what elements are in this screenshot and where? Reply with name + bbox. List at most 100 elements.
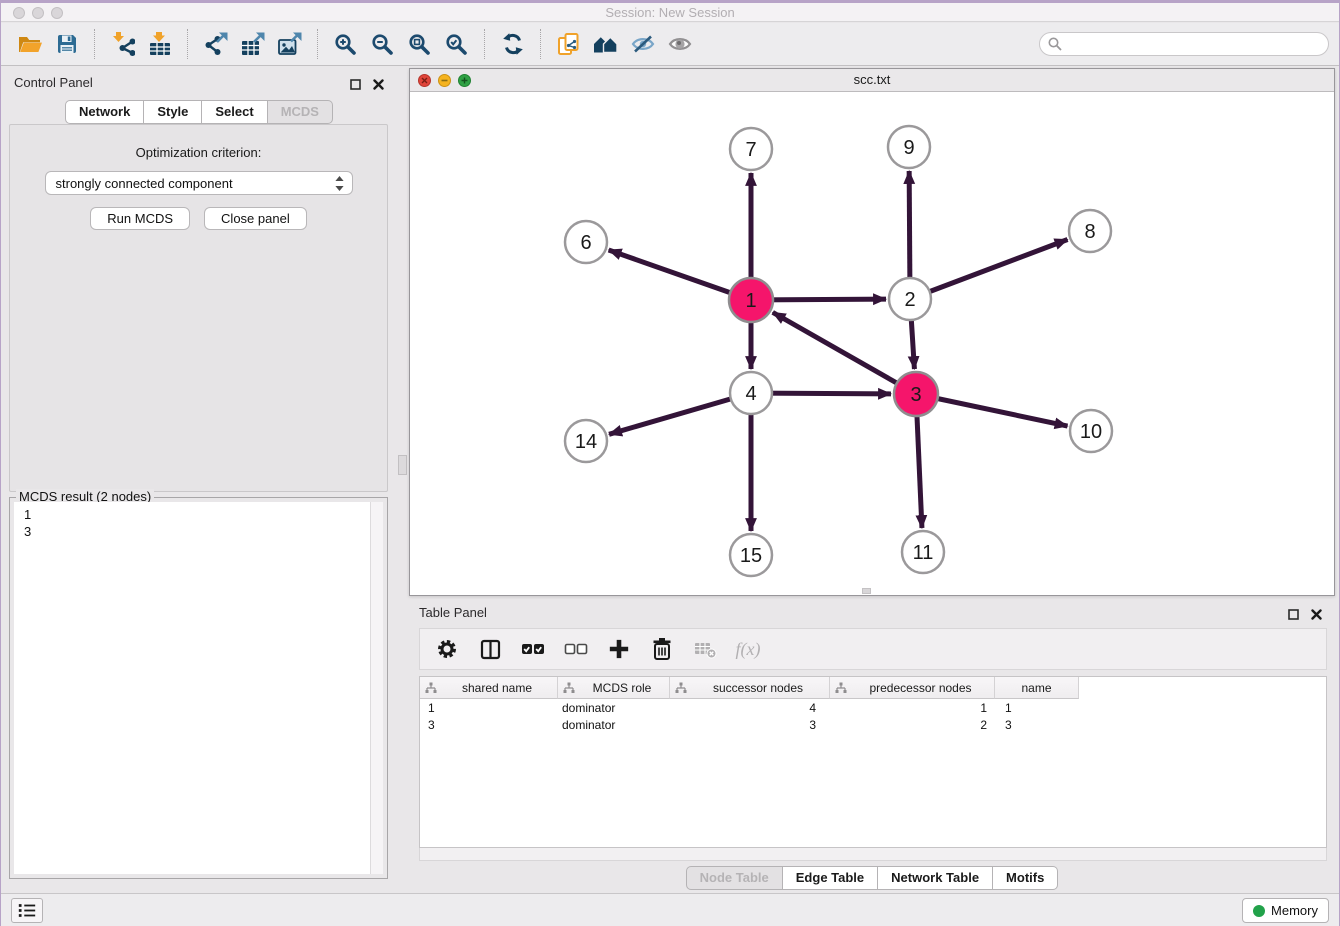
- column-type-icon: [675, 682, 687, 694]
- tab-node-table[interactable]: Node Table: [686, 866, 783, 890]
- app-close-button[interactable]: [13, 7, 25, 19]
- export-image-icon[interactable]: [271, 26, 308, 62]
- search-box[interactable]: [1039, 32, 1329, 56]
- mcds-result-box: MCDS result (2 nodes) 1 3: [9, 497, 388, 879]
- network-minimize-button[interactable]: [438, 74, 451, 87]
- node-table: shared name MCDS role successor nodes pr…: [419, 676, 1327, 848]
- close-table-panel-icon[interactable]: [1311, 607, 1322, 625]
- column-header-name[interactable]: name: [995, 677, 1079, 699]
- graph-node-11[interactable]: [902, 531, 944, 573]
- graph-node-8[interactable]: [1069, 210, 1111, 252]
- run-mcds-button[interactable]: Run MCDS: [90, 207, 190, 230]
- graph-node-6[interactable]: [565, 221, 607, 263]
- control-panel-title: Control Panel: [14, 75, 93, 90]
- hide-selected-icon[interactable]: [624, 26, 661, 62]
- tab-motifs[interactable]: Motifs: [993, 866, 1058, 890]
- apply-layout-icon[interactable]: [494, 26, 531, 62]
- cell-mcds-role[interactable]: dominator: [558, 718, 670, 732]
- tab-network[interactable]: Network: [65, 100, 144, 124]
- import-network-icon[interactable]: [104, 26, 141, 62]
- criterion-dropdown[interactable]: strongly connected component: [45, 171, 353, 195]
- column-type-icon: [425, 682, 437, 694]
- cell-predecessor-nodes[interactable]: 1: [830, 701, 995, 715]
- network-window-titlebar[interactable]: scc.txt: [410, 69, 1334, 92]
- column-header-shared-name[interactable]: shared name: [420, 677, 558, 699]
- cell-shared-name[interactable]: 3: [420, 718, 558, 732]
- table-settings-gear-icon[interactable]: [434, 636, 460, 662]
- network-canvas[interactable]: 7968124314101511: [410, 92, 1334, 595]
- tab-style[interactable]: Style: [144, 100, 202, 124]
- table-row[interactable]: 3 dominator 3 2 3: [420, 716, 1326, 733]
- cell-mcds-role[interactable]: dominator: [558, 701, 670, 715]
- function-builder-icon[interactable]: f(x): [735, 636, 761, 662]
- tab-mcds[interactable]: MCDS: [268, 100, 333, 124]
- memory-button[interactable]: Memory: [1242, 898, 1329, 923]
- toolbar-separator: [317, 29, 318, 59]
- graph-node-10[interactable]: [1070, 410, 1112, 452]
- show-hidden-icon[interactable]: [661, 26, 698, 62]
- show-column-panel-icon[interactable]: [477, 636, 503, 662]
- new-network-from-selection-icon[interactable]: [550, 26, 587, 62]
- graph-node-15[interactable]: [730, 534, 772, 576]
- fit-content-icon[interactable]: [401, 26, 438, 62]
- export-table-icon[interactable]: [234, 26, 271, 62]
- task-history-list-icon[interactable]: [11, 898, 43, 923]
- tab-select[interactable]: Select: [202, 100, 267, 124]
- network-close-button[interactable]: [418, 74, 431, 87]
- app-zoom-button[interactable]: [51, 7, 63, 19]
- cell-name[interactable]: 1: [995, 701, 1079, 715]
- cell-predecessor-nodes[interactable]: 2: [830, 718, 995, 732]
- graph-node-2[interactable]: [889, 278, 931, 320]
- float-panel-icon[interactable]: [350, 77, 361, 95]
- zoom-out-icon[interactable]: [364, 26, 401, 62]
- table-row[interactable]: 1 dominator 4 1 1: [420, 699, 1326, 716]
- network-zoom-button[interactable]: [458, 74, 471, 87]
- tab-network-table[interactable]: Network Table: [878, 866, 993, 890]
- column-header-successor-nodes[interactable]: successor nodes: [670, 677, 830, 699]
- search-input[interactable]: [1067, 37, 1320, 52]
- cell-successor-nodes[interactable]: 3: [670, 718, 830, 732]
- zoom-in-icon[interactable]: [327, 26, 364, 62]
- save-session-icon[interactable]: [48, 26, 85, 62]
- cell-name[interactable]: 3: [995, 718, 1079, 732]
- graph-node-7[interactable]: [730, 128, 772, 170]
- table-panel: Table Panel f(x): [409, 598, 1335, 889]
- select-all-columns-icon[interactable]: [520, 636, 546, 662]
- graph-edge-3-1[interactable]: [773, 312, 916, 394]
- network-scroll-handle[interactable]: [862, 588, 871, 594]
- graph-node-3[interactable]: [894, 372, 938, 416]
- result-scrollbar[interactable]: [370, 502, 383, 874]
- panel-splitter-handle[interactable]: [398, 455, 407, 475]
- graph-node-1[interactable]: [729, 278, 773, 322]
- import-table-icon[interactable]: [141, 26, 178, 62]
- column-header-predecessor-nodes[interactable]: predecessor nodes: [830, 677, 995, 699]
- table-toolbar: f(x): [419, 628, 1327, 670]
- open-session-icon[interactable]: [11, 26, 48, 62]
- table-horizontal-scrollbar[interactable]: [419, 848, 1327, 861]
- graph-node-14[interactable]: [565, 420, 607, 462]
- tab-edge-table[interactable]: Edge Table: [783, 866, 878, 890]
- close-panel-button[interactable]: Close panel: [204, 207, 307, 230]
- zoom-selected-icon[interactable]: [438, 26, 475, 62]
- float-table-panel-icon[interactable]: [1288, 607, 1299, 625]
- delete-table-icon[interactable]: [692, 636, 718, 662]
- app-window-controls[interactable]: [13, 7, 63, 19]
- memory-label: Memory: [1271, 903, 1318, 918]
- unselect-all-columns-icon[interactable]: [563, 636, 589, 662]
- table-header-row: shared name MCDS role successor nodes pr…: [420, 677, 1326, 699]
- export-network-icon[interactable]: [197, 26, 234, 62]
- show-all-networks-icon[interactable]: [587, 26, 624, 62]
- create-column-plus-icon[interactable]: [606, 636, 632, 662]
- delete-column-trash-icon[interactable]: [649, 636, 675, 662]
- memory-status-dot: [1253, 905, 1265, 917]
- graph-edge-2-8[interactable]: [910, 239, 1068, 299]
- app-minimize-button[interactable]: [32, 7, 44, 19]
- close-panel-icon[interactable]: [373, 77, 384, 95]
- mcds-result-list[interactable]: 1 3: [14, 502, 370, 874]
- column-header-mcds-role[interactable]: MCDS role: [558, 677, 670, 699]
- cell-successor-nodes[interactable]: 4: [670, 701, 830, 715]
- graph-node-4[interactable]: [730, 372, 772, 414]
- graph-node-9[interactable]: [888, 126, 930, 168]
- cell-shared-name[interactable]: 1: [420, 701, 558, 715]
- toolbar-separator: [94, 29, 95, 59]
